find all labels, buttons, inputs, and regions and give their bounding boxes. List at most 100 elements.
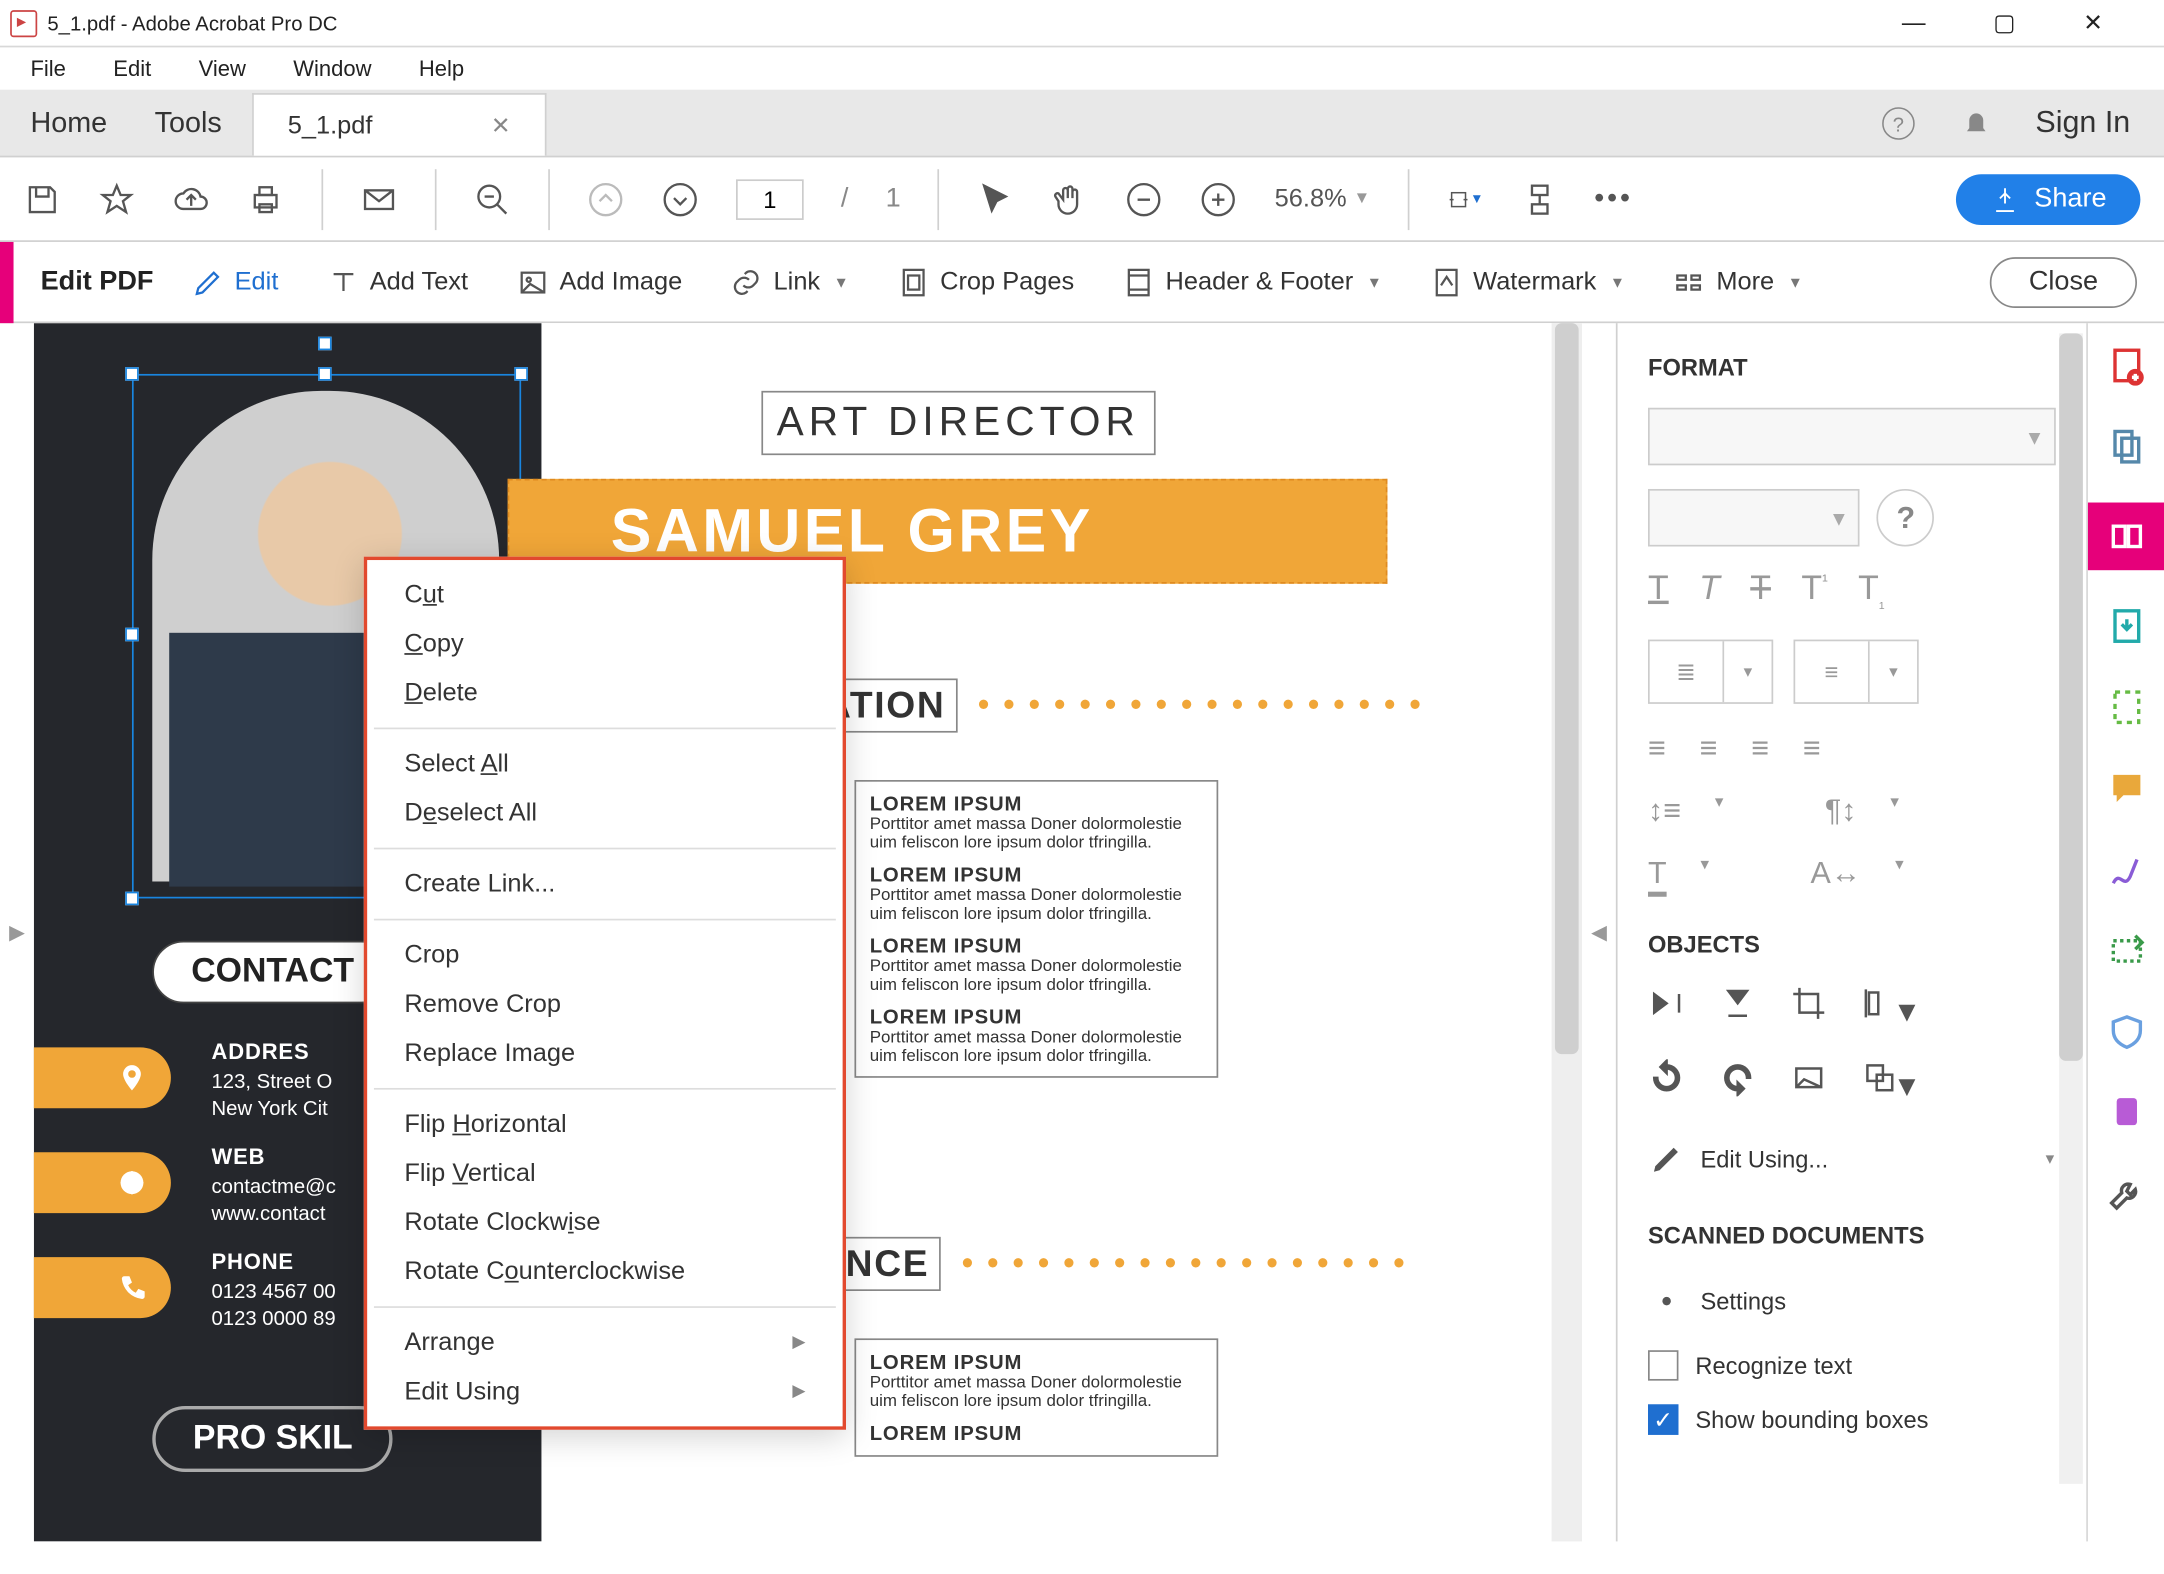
save-icon[interactable]: [24, 180, 61, 217]
comment-icon[interactable]: [2101, 763, 2152, 814]
replace-image-icon[interactable]: [1790, 1059, 1827, 1106]
italic-icon[interactable]: T: [1699, 570, 1720, 612]
selection-handle[interactable]: [125, 367, 139, 381]
window-minimize-button[interactable]: —: [1902, 8, 1926, 37]
underline-icon[interactable]: T: [1648, 570, 1669, 612]
editbar-close-button[interactable]: Close: [1990, 256, 2137, 307]
menu-edit[interactable]: Edit: [93, 52, 172, 84]
selection-rotate-handle[interactable]: [318, 337, 332, 351]
char-spacing-icon[interactable]: A↔: [1810, 856, 1861, 897]
editbar-header-footer[interactable]: Header & Footer▼: [1122, 265, 1382, 299]
page-down-icon[interactable]: [662, 180, 699, 217]
star-icon[interactable]: [98, 180, 135, 217]
page-number-input[interactable]: [736, 179, 804, 220]
selection-handle[interactable]: [125, 628, 139, 642]
edit-using-dropdown[interactable]: Edit Using... ▾: [1648, 1134, 2056, 1185]
arrange-icon[interactable]: ▾: [1861, 1059, 1915, 1106]
align-right-icon[interactable]: ≡: [1751, 731, 1769, 767]
editbar-add-image[interactable]: Add Image: [515, 265, 682, 299]
help-icon[interactable]: ?: [1877, 489, 1935, 547]
ctx-deselect-all[interactable]: Deselect All: [367, 788, 842, 837]
show-bounding-boxes-checkbox[interactable]: ✓: [1648, 1404, 1678, 1434]
zoom-out-icon[interactable]: [474, 180, 511, 217]
edit-pdf-tool-icon[interactable]: [2087, 503, 2164, 571]
menu-window[interactable]: Window: [273, 52, 392, 84]
editbar-more[interactable]: More▼: [1672, 265, 1802, 299]
scanned-settings[interactable]: Settings: [1648, 1276, 2056, 1327]
selection-handle[interactable]: [318, 367, 332, 381]
zoom-select[interactable]: 56.8% ▼: [1275, 184, 1371, 213]
bullet-list-caret[interactable]: ▾: [1724, 641, 1771, 702]
cloud-upload-icon[interactable]: [173, 180, 210, 217]
ctx-copy[interactable]: Copy: [367, 619, 842, 668]
bell-icon[interactable]: [1958, 104, 1995, 141]
select-arrow-icon[interactable]: [977, 180, 1014, 217]
ctx-crop[interactable]: Crop: [367, 931, 842, 980]
ctx-cut[interactable]: Cut: [367, 570, 842, 619]
more-tools-wrench-icon[interactable]: [2101, 1169, 2152, 1220]
ctx-remove-crop[interactable]: Remove Crop: [367, 980, 842, 1029]
rotate-cw-icon[interactable]: [1719, 1059, 1756, 1106]
font-size-select[interactable]: ▾: [1648, 489, 1860, 547]
editbar-crop-pages[interactable]: Crop Pages: [896, 265, 1074, 299]
sign-in-link[interactable]: Sign In: [2035, 105, 2130, 141]
hand-pan-icon[interactable]: [1051, 180, 1088, 217]
align-left-icon[interactable]: ≡: [1648, 731, 1666, 767]
line-spacing-icon[interactable]: ↕≡: [1648, 794, 1681, 830]
share-button[interactable]: Share: [1956, 173, 2140, 224]
pane-expand-right[interactable]: ◀: [1582, 323, 1616, 1541]
document-tab[interactable]: 5_1.pdf ✕: [252, 93, 546, 156]
send-comments-icon[interactable]: [2101, 926, 2152, 977]
flip-vertical-icon[interactable]: [1719, 985, 1756, 1032]
align-objects-icon[interactable]: ▾: [1861, 985, 1915, 1032]
menu-view[interactable]: View: [178, 52, 266, 84]
text-color-icon[interactable]: T: [1648, 856, 1667, 897]
tab-tools[interactable]: Tools: [155, 106, 222, 140]
stamp-icon[interactable]: [2101, 1088, 2152, 1139]
flip-horizontal-icon[interactable]: [1648, 985, 1685, 1032]
help-circle-icon[interactable]: ?: [1880, 104, 1917, 141]
combine-files-icon[interactable]: [2101, 421, 2152, 472]
editbar-edit[interactable]: Edit: [191, 265, 279, 299]
font-family-select[interactable]: ▾: [1648, 408, 2056, 466]
align-justify-icon[interactable]: ≡: [1803, 731, 1821, 767]
fill-sign-icon[interactable]: [2101, 844, 2152, 895]
tab-home[interactable]: Home: [30, 106, 107, 140]
protect-icon[interactable]: [2101, 1007, 2152, 1058]
page-up-icon[interactable]: [587, 180, 624, 217]
selection-handle[interactable]: [514, 367, 528, 381]
ctx-delete[interactable]: Delete: [367, 668, 842, 717]
ctx-arrange-submenu[interactable]: Arrange▶: [367, 1318, 842, 1367]
ctx-replace-image[interactable]: Replace Image: [367, 1029, 842, 1078]
subscript-icon[interactable]: T₁: [1858, 570, 1884, 612]
ctx-create-link[interactable]: Create Link...: [367, 860, 842, 909]
more-tools-icon[interactable]: •••: [1595, 180, 1632, 217]
menu-file[interactable]: File: [10, 52, 86, 84]
document-tab-close-icon[interactable]: ✕: [491, 111, 511, 140]
ctx-flip-horizontal[interactable]: Flip Horizontal: [367, 1100, 842, 1149]
ctx-rotate-clockwise[interactable]: Rotate Clockwise: [367, 1198, 842, 1247]
ctx-select-all[interactable]: Select All: [367, 739, 842, 788]
strikethrough-icon[interactable]: T: [1750, 570, 1771, 612]
ctx-flip-vertical[interactable]: Flip Vertical: [367, 1149, 842, 1198]
organize-pages-icon[interactable]: [2101, 682, 2152, 733]
export-pdf-icon[interactable]: [2101, 601, 2152, 652]
panel-scrollbar[interactable]: [2059, 333, 2083, 1484]
scroll-mode-icon[interactable]: [1521, 180, 1558, 217]
recognize-text-checkbox[interactable]: [1648, 1350, 1678, 1380]
crop-icon[interactable]: [1790, 985, 1827, 1032]
window-maximize-button[interactable]: ▢: [1993, 8, 2015, 37]
pane-expand-left[interactable]: ▶: [0, 323, 34, 1541]
align-center-icon[interactable]: ≡: [1700, 731, 1718, 767]
menu-help[interactable]: Help: [399, 52, 485, 84]
fit-width-icon[interactable]: ▼: [1446, 180, 1483, 217]
create-pdf-icon[interactable]: [2101, 340, 2152, 391]
ctx-rotate-counterclockwise[interactable]: Rotate Counterclockwise: [367, 1247, 842, 1296]
selection-handle[interactable]: [125, 892, 139, 906]
editbar-watermark[interactable]: Watermark▼: [1429, 265, 1625, 299]
editbar-add-text[interactable]: Add Text: [326, 265, 468, 299]
paragraph-spacing-icon[interactable]: ¶↕: [1825, 794, 1857, 830]
document-viewport[interactable]: CONTACT ADDRES 123, Street O New York Ci…: [34, 323, 1582, 1541]
envelope-icon[interactable]: [360, 180, 397, 217]
numbered-list-icon[interactable]: ≡: [1795, 641, 1869, 702]
